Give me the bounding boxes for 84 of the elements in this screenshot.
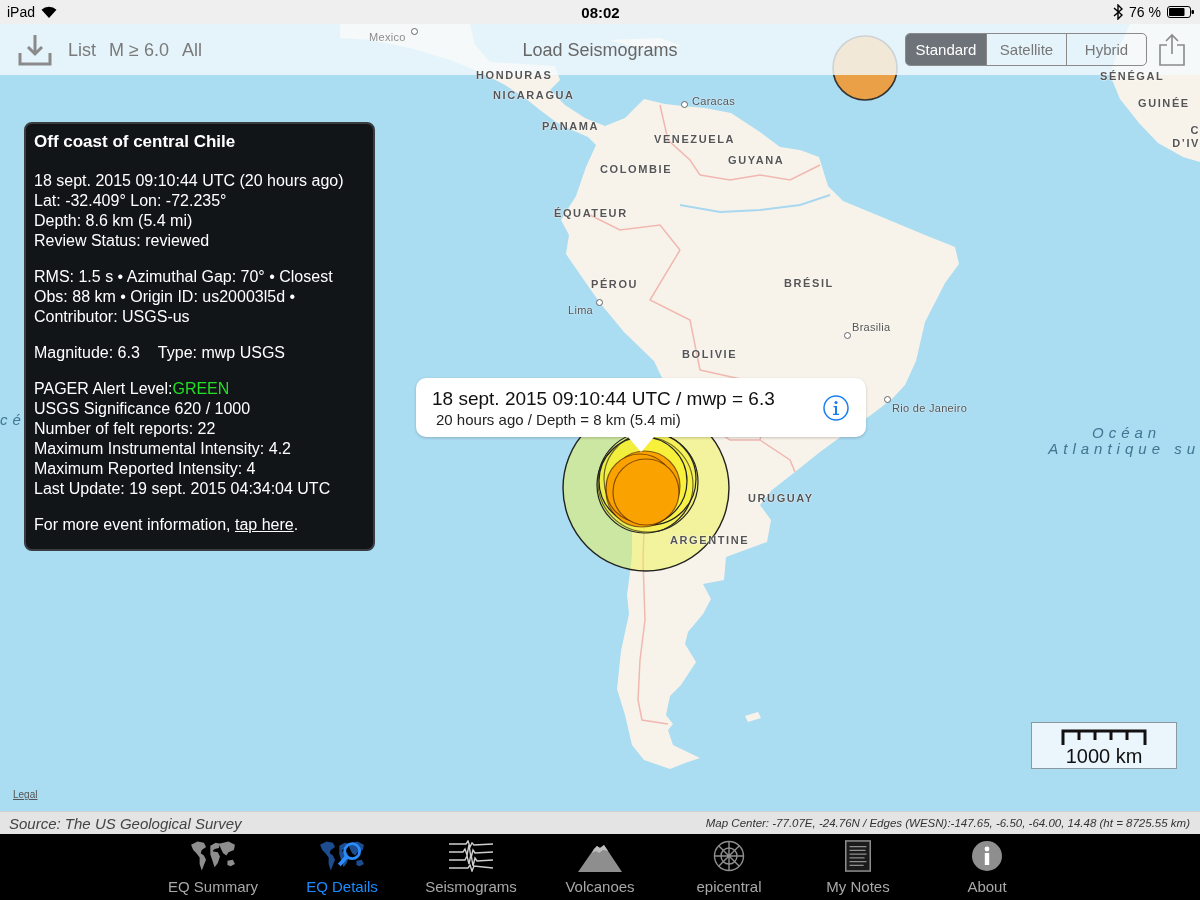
map-type-segment[interactable]: Standard [906, 34, 986, 65]
tab[interactable]: EQ Summary [148, 834, 278, 900]
map-center-text: Map Center: -77.07E, -24.76N / Edges (WESN):-147.65, -6.50, -64.00, 14.48 (ht = 8725.55 km) [705, 817, 1190, 829]
city-marker-icon [884, 396, 891, 403]
city-label: Rio de Janeiro [892, 402, 968, 415]
battery-percent: 76 % [1129, 4, 1161, 20]
city-label: Caracas [692, 95, 736, 108]
source-text: Source: The US Geological Survey [9, 814, 242, 832]
download-icon[interactable] [18, 33, 52, 66]
callout-title: 18 sept. 2015 09:10:44 UTC / mwp = 6.3 [432, 386, 776, 410]
country-label: ÉQUATEUR [554, 207, 628, 220]
city-label: Brasilia [852, 321, 891, 334]
tap-here-link[interactable]: tap here [234, 516, 294, 533]
event-detail-text: Maximum Reported Intensity: 4 [34, 459, 257, 479]
tab[interactable]: About [922, 834, 1052, 900]
info-icon [971, 840, 1003, 872]
country-label: D’IV [1172, 137, 1200, 150]
city-marker-icon [411, 28, 418, 35]
world-map-icon [190, 840, 236, 872]
map-magnifier-icon [319, 840, 365, 872]
map-type-segment[interactable]: Satellite [986, 34, 1066, 65]
country-label: URUGUAY [748, 492, 814, 505]
tab[interactable]: Seismograms [406, 834, 536, 900]
tab[interactable]: Volcanoes [535, 834, 665, 900]
event-detail-text: Lat: -32.409° Lon: -72.235° [34, 191, 228, 211]
legal-link[interactable]: Legal [13, 789, 38, 800]
magnitude-type-text: Type: mwp USGS [157, 343, 285, 363]
country-label: PÉROU [591, 278, 639, 291]
tab[interactable]: My Notes [793, 834, 923, 900]
callout-subtitle: 20 hours ago / Depth = 8 km (5.4 mi) [435, 409, 682, 429]
city-marker-icon [596, 299, 603, 306]
share-icon[interactable] [1158, 32, 1186, 67]
event-quality-text: RMS: 1.5 s • Azimuthal Gap: 70° • Closest Obs: 88 km • Origin ID: us20003l5d • Contributor: USGS-us [34, 267, 334, 327]
battery-icon [1167, 6, 1194, 18]
event-detail-text: Depth: 8.6 km (5.4 mi) [34, 211, 194, 231]
load-seismograms-button[interactable]: Load Seismograms [522, 38, 678, 61]
scale-bar-icon [1061, 729, 1147, 745]
country-label: BOLIVIE [682, 348, 738, 361]
country-label: PANAMA [542, 120, 600, 133]
map-type-segment[interactable]: Hybrid [1066, 34, 1146, 65]
event-title: Off coast of central Chile [34, 132, 237, 152]
magnitude-filter-button[interactable]: M ≥ 6.0 [109, 38, 169, 61]
country-label: GUYANA [728, 154, 785, 167]
event-detail-text: Number of felt reports: 22 [34, 419, 217, 439]
period-filter-button[interactable]: All [181, 38, 202, 61]
notepad-icon [842, 840, 874, 872]
list-button[interactable]: List [68, 38, 96, 61]
tab[interactable]: EQ Details [277, 834, 407, 900]
seismogram-icon [448, 840, 494, 872]
map-callout[interactable]: 18 sept. 2015 09:10:44 UTC / mwp = 6.3 20 hours ago / Depth = 8 km (5.4 mi) [416, 378, 866, 437]
event-detail-text: Review Status: reviewed [34, 231, 211, 251]
scale-label: 1000 km [1065, 745, 1143, 767]
info-icon[interactable] [823, 394, 849, 421]
event-detail-text: Maximum Instrumental Intensity: 4.2 [34, 439, 292, 459]
ocean-label: cé [0, 412, 26, 429]
city-label: Mexico [369, 31, 406, 44]
magnitude-text: Magnitude: 6.3 [34, 343, 140, 363]
city-label: Lima [568, 304, 594, 317]
status-time: 08:02 [581, 3, 620, 21]
device-name: iPad [7, 4, 36, 20]
city-marker-icon [681, 101, 688, 108]
country-label: NICARAGUA [493, 89, 575, 102]
callout-pointer [628, 437, 654, 452]
bluetooth-icon [1113, 4, 1124, 20]
country-label: HONDURAS [476, 69, 553, 82]
ocean-label: Océan [1092, 425, 1162, 442]
city-marker-icon [844, 332, 851, 339]
event-detail-text: USGS Significance 620 / 1000 [34, 399, 252, 419]
wifi-icon [41, 6, 58, 18]
event-detail-text: Last Update: 19 sept. 2015 04:34:04 UTC [34, 479, 332, 499]
island [745, 712, 761, 722]
country-label: GUINÉE [1138, 97, 1190, 110]
country-label: VENEZUELA [654, 133, 736, 146]
country-label: COLOMBIE [600, 163, 673, 176]
country-label: BRÉSIL [784, 277, 834, 290]
spiderweb-icon [713, 840, 745, 872]
country-label: C [1190, 124, 1200, 137]
country-label: SÉNÉGAL [1100, 70, 1165, 83]
alert-level-label: PAGER Alert Level: [34, 380, 173, 397]
event-detail-text: 18 sept. 2015 09:10:44 UTC (20 hours ago) [34, 171, 345, 191]
ocean-label: Atlantique su [1048, 441, 1200, 458]
alert-level-value: GREEN [172, 380, 230, 397]
tab[interactable]: epicentral [664, 834, 794, 900]
more-info-text: For more event information, tap here. [34, 515, 300, 535]
